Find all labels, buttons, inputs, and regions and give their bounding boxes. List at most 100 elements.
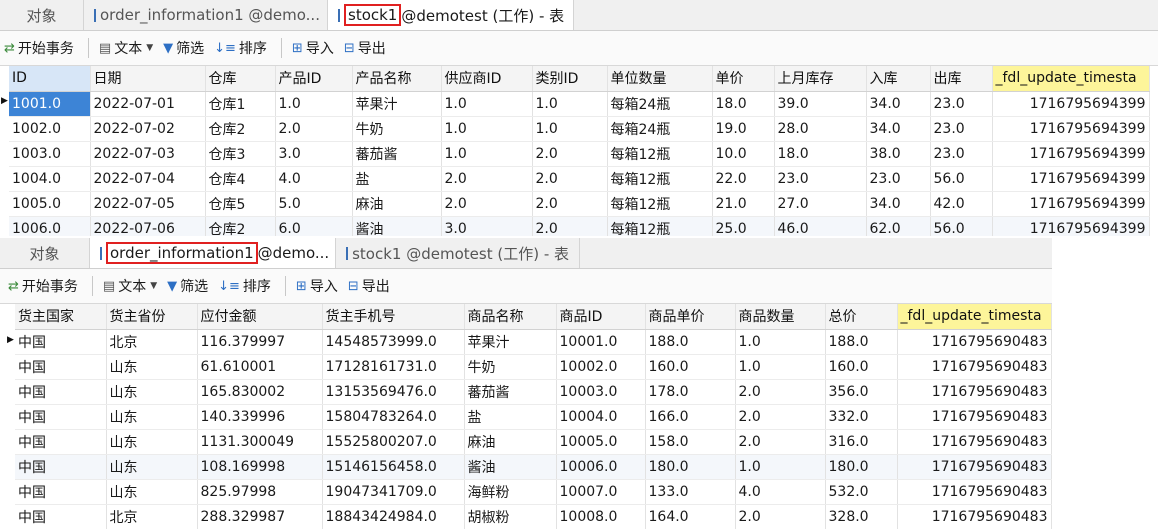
- table-cell[interactable]: 1131.300049: [197, 429, 323, 455]
- table-cell[interactable]: 1006.0: [9, 216, 91, 236]
- table-cell[interactable]: 1.0: [735, 454, 826, 480]
- table-cell[interactable]: 中国: [15, 354, 107, 380]
- table-cell[interactable]: 2.0: [735, 404, 826, 430]
- column-header[interactable]: 产品ID: [275, 66, 353, 92]
- table-cell[interactable]: 胡椒粉: [464, 504, 557, 529]
- table-cell[interactable]: 盐: [352, 166, 442, 192]
- table-cell[interactable]: 酱油: [464, 454, 557, 480]
- table-cell[interactable]: 海鲜粉: [464, 479, 557, 505]
- table-cell[interactable]: 1716795690483: [897, 379, 1052, 405]
- import-button[interactable]: ⊞ 导入: [292, 38, 334, 58]
- table-cell[interactable]: 18.0: [712, 91, 775, 117]
- table-cell[interactable]: 2.0: [735, 429, 826, 455]
- table-cell[interactable]: 56.0: [930, 166, 993, 192]
- table-cell[interactable]: 1716795690483: [897, 504, 1052, 529]
- table-cell[interactable]: 1716795690483: [897, 354, 1052, 380]
- table-cell[interactable]: 2.0: [735, 504, 826, 529]
- table-cell[interactable]: 18843424984.0: [322, 504, 465, 529]
- table-cell[interactable]: 17128161731.0: [322, 354, 465, 380]
- table-cell[interactable]: 2.0: [532, 141, 608, 167]
- table-cell[interactable]: 中国: [15, 404, 107, 430]
- table-cell[interactable]: 160.0: [825, 354, 898, 380]
- column-header[interactable]: _fdl_update_timesta: [897, 304, 1052, 330]
- table-cell[interactable]: 1716795690483: [897, 479, 1052, 505]
- table-cell[interactable]: 山东: [106, 479, 198, 505]
- table-cell[interactable]: 10002.0: [556, 354, 646, 380]
- table-cell[interactable]: 158.0: [645, 429, 736, 455]
- import-button[interactable]: ⊞ 导入: [296, 276, 338, 296]
- table-cell[interactable]: 苹果汁: [464, 329, 557, 355]
- table-cell[interactable]: 仓库2: [205, 216, 276, 236]
- table-cell[interactable]: 23.0: [930, 141, 993, 167]
- table-cell[interactable]: 42.0: [930, 191, 993, 217]
- table-cell[interactable]: 2.0: [532, 166, 608, 192]
- table-cell[interactable]: 仓库2: [205, 116, 276, 142]
- table-cell[interactable]: 牛奶: [464, 354, 557, 380]
- table-cell[interactable]: 15804783264.0: [322, 404, 465, 430]
- table-cell[interactable]: 中国: [15, 479, 107, 505]
- table-cell[interactable]: 北京: [106, 504, 198, 529]
- table-cell[interactable]: 仓库4: [205, 166, 276, 192]
- table-cell[interactable]: 22.0: [712, 166, 775, 192]
- table-cell[interactable]: 中国: [15, 454, 107, 480]
- column-header[interactable]: 货主省份: [106, 304, 198, 330]
- table-cell[interactable]: 苹果汁: [352, 91, 442, 117]
- column-header[interactable]: 单位数量: [607, 66, 713, 92]
- table-cell[interactable]: 1005.0: [9, 191, 91, 217]
- begin-transaction-button[interactable]: ⇄ 开始事务: [4, 38, 74, 58]
- tab-objects[interactable]: 对象: [0, 238, 90, 268]
- table-cell[interactable]: 每箱12瓶: [607, 191, 713, 217]
- table-cell[interactable]: 356.0: [825, 379, 898, 405]
- table-cell[interactable]: 1.0: [735, 354, 826, 380]
- table-cell[interactable]: 15525800207.0: [322, 429, 465, 455]
- column-header[interactable]: ID: [9, 66, 91, 92]
- table-cell[interactable]: 1716795690483: [897, 404, 1052, 430]
- tab-order-information1[interactable]: order_information1 @demo...: [84, 0, 328, 30]
- table-cell[interactable]: 每箱12瓶: [607, 141, 713, 167]
- table-cell[interactable]: 27.0: [774, 191, 867, 217]
- table-cell[interactable]: 1.0: [441, 91, 533, 117]
- column-header[interactable]: 商品名称: [464, 304, 557, 330]
- column-header[interactable]: 仓库: [205, 66, 276, 92]
- table-cell[interactable]: 每箱24瓶: [607, 91, 713, 117]
- table-cell[interactable]: 19047341709.0: [322, 479, 465, 505]
- column-header[interactable]: 商品ID: [556, 304, 646, 330]
- table-cell[interactable]: 56.0: [930, 216, 993, 236]
- table-cell[interactable]: 23.0: [930, 91, 993, 117]
- begin-transaction-button[interactable]: ⇄ 开始事务: [8, 276, 78, 296]
- column-header[interactable]: 货主国家: [15, 304, 107, 330]
- table-cell[interactable]: 2022-07-06: [90, 216, 206, 236]
- table-row[interactable]: 中国 北京 288.329987 18843424984.0 胡椒粉 10008.0 164…: [15, 504, 1052, 529]
- table-cell[interactable]: 46.0: [774, 216, 867, 236]
- table-cell[interactable]: 酱油: [352, 216, 442, 236]
- table-cell[interactable]: 1001.0: [9, 91, 91, 117]
- table-cell[interactable]: 316.0: [825, 429, 898, 455]
- sort-button[interactable]: ↓≡ 排序: [218, 276, 271, 296]
- table-cell[interactable]: 每箱12瓶: [607, 166, 713, 192]
- table-cell[interactable]: 188.0: [645, 329, 736, 355]
- table-cell[interactable]: 160.0: [645, 354, 736, 380]
- table-cell[interactable]: 34.0: [866, 91, 931, 117]
- table-cell[interactable]: 34.0: [866, 191, 931, 217]
- table-cell[interactable]: 10008.0: [556, 504, 646, 529]
- table-cell[interactable]: 1.0: [532, 116, 608, 142]
- table-cell[interactable]: 2022-07-03: [90, 141, 206, 167]
- table-cell[interactable]: 178.0: [645, 379, 736, 405]
- table-row[interactable]: 中国 北京 116.379997 14548573999.0 苹果汁 10001.0 188…: [15, 329, 1052, 355]
- table-cell[interactable]: 2022-07-05: [90, 191, 206, 217]
- table-cell[interactable]: 中国: [15, 504, 107, 529]
- table-cell[interactable]: 188.0: [825, 329, 898, 355]
- table-cell[interactable]: 2022-07-01: [90, 91, 206, 117]
- table-cell[interactable]: 13153569476.0: [322, 379, 465, 405]
- table-cell[interactable]: 28.0: [774, 116, 867, 142]
- table-cell[interactable]: 中国: [15, 429, 107, 455]
- sort-button[interactable]: ↓≡ 排序: [214, 38, 267, 58]
- table-cell[interactable]: 165.830002: [197, 379, 323, 405]
- table-cell[interactable]: 166.0: [645, 404, 736, 430]
- table-cell[interactable]: 180.0: [825, 454, 898, 480]
- table-cell[interactable]: 2022-07-02: [90, 116, 206, 142]
- column-header[interactable]: 总价: [825, 304, 898, 330]
- table-cell[interactable]: 25.0: [712, 216, 775, 236]
- table-cell[interactable]: 10.0: [712, 141, 775, 167]
- table-cell[interactable]: 1003.0: [9, 141, 91, 167]
